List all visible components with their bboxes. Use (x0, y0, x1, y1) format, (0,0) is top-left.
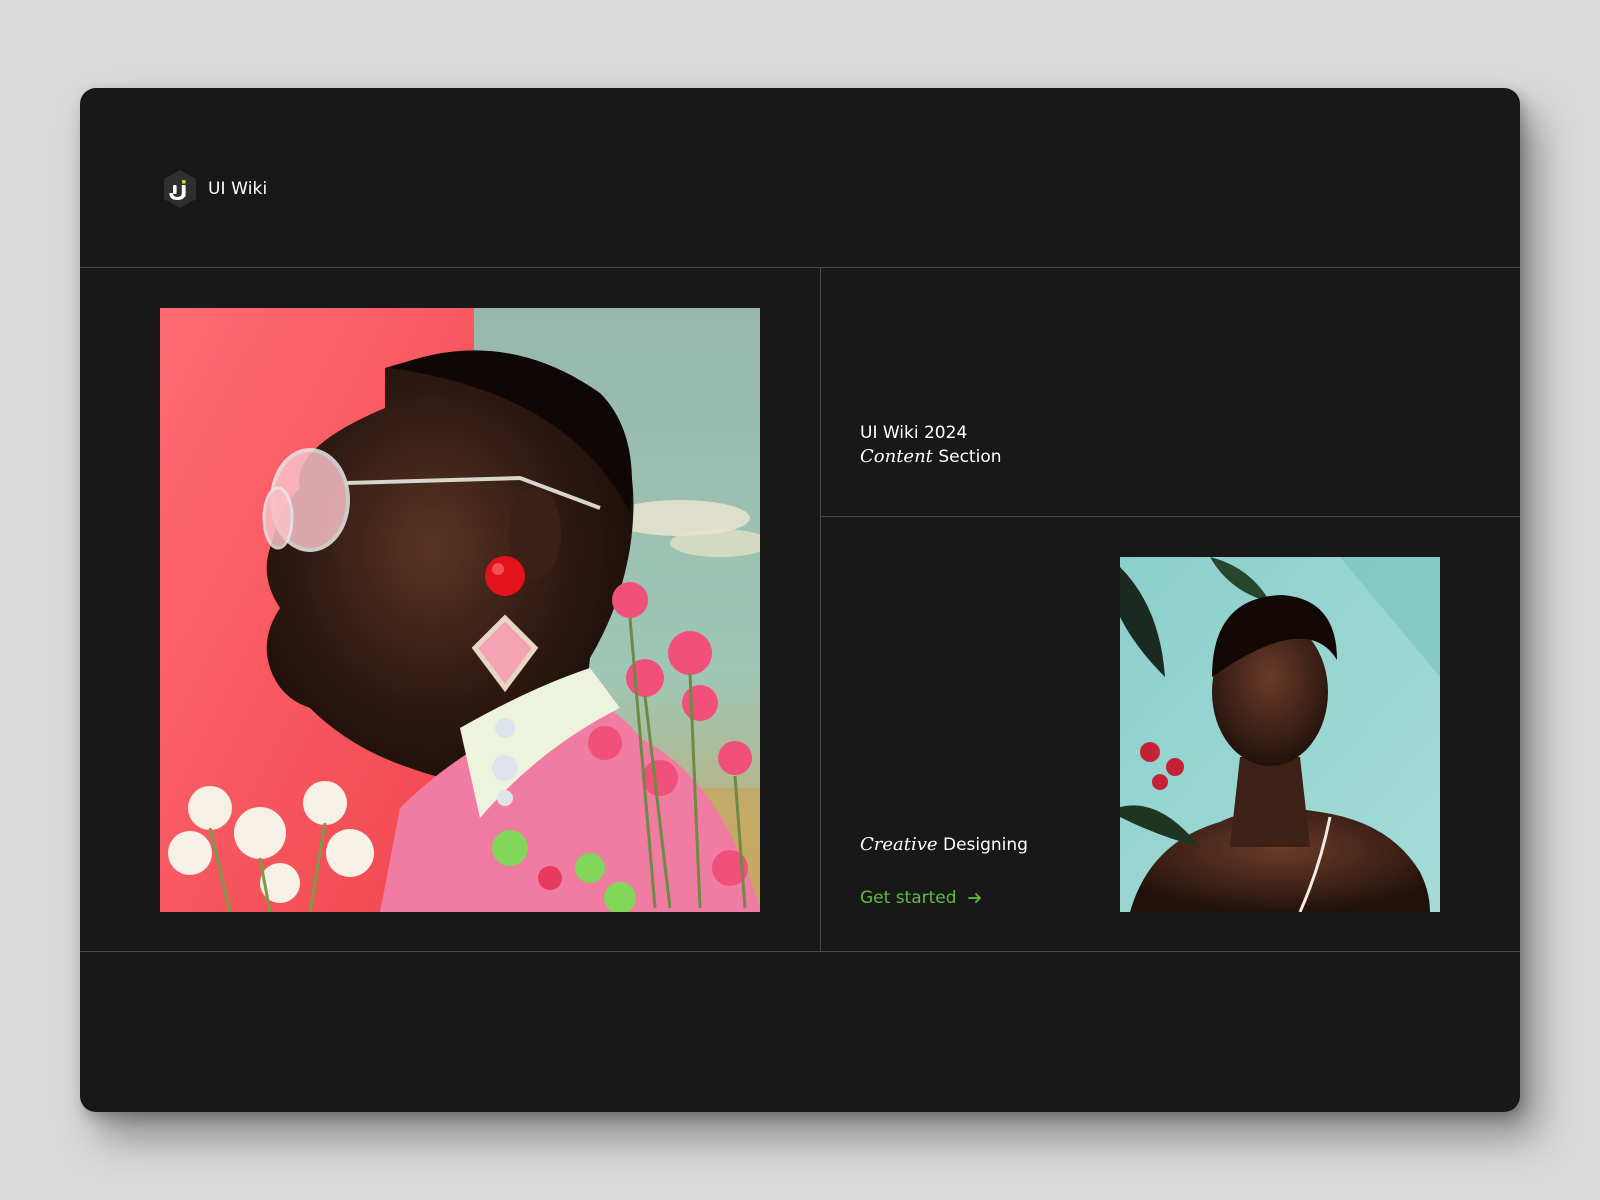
arrow-right-icon (967, 893, 981, 903)
divider-footer (80, 951, 1520, 952)
divider-vertical (820, 267, 821, 952)
get-started-link[interactable]: Get started (860, 888, 983, 908)
divider-header (80, 267, 1520, 268)
feature-label-rest: Designing (942, 835, 1028, 855)
get-started-label: Get started (860, 888, 957, 908)
feature-label: Creative Designing (860, 833, 1028, 857)
secondary-portrait-art (1120, 557, 1440, 912)
hero-title: UI Wiki 2024 Content Section (860, 421, 1002, 469)
brand-name: UI Wiki (208, 179, 268, 199)
secondary-portrait-image (1120, 557, 1440, 912)
hero-title-rest: Section (938, 447, 1002, 467)
divider-right-middle (820, 516, 1520, 517)
main-portrait-art (160, 308, 760, 912)
hero-title-line2: Content Section (860, 445, 1002, 469)
brand-logo[interactable]: UI Wiki (162, 169, 267, 209)
feature-label-italic: Creative (860, 834, 938, 855)
hero-title-italic: Content (860, 446, 933, 467)
hero-title-line1: UI Wiki 2024 (860, 423, 968, 443)
ui-hexagon-logo-icon (164, 170, 196, 208)
main-portrait-image (160, 308, 760, 912)
main-card: UI Wiki UI Wiki 2024 Content Section Cre… (80, 88, 1520, 1112)
